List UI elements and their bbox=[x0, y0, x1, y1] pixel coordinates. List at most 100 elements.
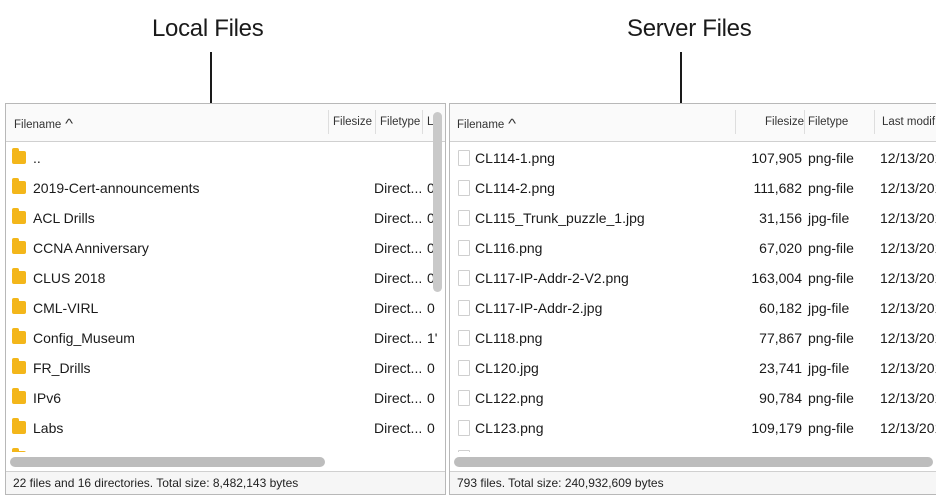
server-file-row[interactable]: CL120.jpg 23,741 jpg-file 12/13/201 bbox=[450, 354, 936, 384]
file-name: CL123.png bbox=[475, 420, 544, 436]
server-files-annotation: Server Files bbox=[627, 15, 752, 42]
folder-icon bbox=[12, 268, 26, 284]
file-icon bbox=[458, 390, 470, 406]
folder-icon bbox=[12, 208, 26, 224]
file-icon bbox=[458, 150, 470, 166]
file-size: 60,182 bbox=[759, 300, 802, 316]
file-type: jpg-file bbox=[808, 450, 849, 452]
file-type: png-file bbox=[808, 240, 854, 256]
server-filetype-column[interactable]: Filetype bbox=[808, 116, 848, 128]
local-file-row[interactable]: CCNA Anniversary Direct... 0 bbox=[6, 234, 445, 264]
file-last-modified: 0 bbox=[427, 300, 435, 316]
file-type: Direct... bbox=[374, 180, 423, 196]
server-file-row[interactable]: CL116.png 67,020 png-file 12/13/201 bbox=[450, 234, 936, 264]
local-file-row[interactable]: CLUS 2018 Direct... 0 bbox=[6, 264, 445, 294]
column-divider[interactable] bbox=[422, 110, 423, 134]
column-divider[interactable] bbox=[804, 110, 805, 134]
file-icon bbox=[458, 270, 470, 286]
file-icon bbox=[458, 450, 470, 452]
local-file-row[interactable]: ACL Drills Direct... 0 bbox=[6, 204, 445, 234]
server-last-modified-column[interactable]: Last modif bbox=[882, 116, 935, 128]
file-size: 109,179 bbox=[751, 420, 802, 436]
file-last-modified: 12/13/201 bbox=[880, 330, 936, 346]
local-file-row[interactable]: .. bbox=[6, 144, 445, 174]
local-file-row[interactable]: CML-VIRL Direct... 0 bbox=[6, 294, 445, 324]
file-type: Direct... bbox=[374, 240, 423, 256]
file-size: 31,156 bbox=[759, 210, 802, 226]
file-last-modified: 12/13/201 bbox=[880, 420, 936, 436]
local-file-row[interactable]: Config_Museum Direct... 1' bbox=[6, 324, 445, 354]
file-type: png-file bbox=[808, 270, 854, 286]
local-file-row[interactable]: 2019-Cert-announcementsDirect...0' bbox=[6, 174, 445, 204]
column-divider[interactable] bbox=[375, 110, 376, 134]
file-last-modified: 12/13/201 bbox=[880, 150, 936, 166]
server-file-row[interactable]: CL117-IP-Addr-2.jpg 60,182 jpg-file 12/13/2… bbox=[450, 294, 936, 324]
local-file-row[interactable]: FR_Drills Direct... 0 bbox=[6, 354, 445, 384]
file-type: png-file bbox=[808, 180, 854, 196]
file-name: FR_Drills bbox=[33, 360, 91, 376]
folder-icon bbox=[12, 448, 26, 452]
file-icon bbox=[458, 360, 470, 376]
file-type: Direct... bbox=[374, 420, 423, 436]
local-file-pane: Filename ^ Filesize Filetype L .. 2019-Cer… bbox=[5, 103, 446, 495]
server-file-row[interactable]: CL124.jpg 26,147 jpg-file 12/13/201 bbox=[450, 444, 936, 452]
file-size: 107,905 bbox=[751, 150, 802, 166]
server-file-row[interactable]: CL118.png 77,867 png-file 12/13/201 bbox=[450, 324, 936, 354]
file-name: CL114-2.png bbox=[475, 180, 555, 196]
file-name: 2019-Cert-announcements bbox=[33, 180, 200, 196]
file-name: CL117-IP-Addr-2-V2.png bbox=[475, 270, 629, 286]
file-name: .. bbox=[33, 150, 41, 166]
server-filesize-column[interactable]: Filesize bbox=[765, 116, 804, 128]
local-file-list: ..2019-Cert-announcementsDirect...0'ACL … bbox=[6, 142, 445, 452]
file-name: CL122.png bbox=[475, 390, 544, 406]
local-file-row[interactable]: IPv6 Direct... 0 bbox=[6, 384, 445, 414]
file-type: jpg-file bbox=[808, 210, 850, 226]
local-file-row[interactable]: Labs Direct... 0 bbox=[6, 414, 445, 444]
file-icon bbox=[458, 300, 470, 316]
folder-icon bbox=[12, 298, 26, 314]
file-last-modified: 0 bbox=[427, 390, 435, 406]
local-file-row[interactable] bbox=[6, 444, 445, 452]
file-type: jpg-file bbox=[808, 300, 850, 316]
server-file-row[interactable]: CL114-1.png 107,905 png-file 12/13/201 bbox=[450, 144, 936, 174]
local-filename-column[interactable]: Filename ^ bbox=[14, 116, 73, 131]
local-status-bar: 22 files and 16 directories. Total size:… bbox=[6, 471, 445, 494]
file-name: CL118.png bbox=[475, 330, 543, 346]
folder-icon bbox=[12, 328, 26, 344]
local-horizontal-scrollbar[interactable] bbox=[10, 457, 325, 467]
file-type: png-file bbox=[808, 330, 854, 346]
file-name: IPv6 bbox=[33, 390, 62, 406]
server-filename-column[interactable]: Filename ^ bbox=[457, 116, 517, 131]
server-file-list: CL114-1.png107,905png-file12/13/201CL114… bbox=[450, 142, 936, 452]
file-icon bbox=[458, 210, 470, 226]
file-size: 23,741 bbox=[759, 360, 802, 376]
file-last-modified: 12/13/201 bbox=[880, 240, 936, 256]
local-filesize-column[interactable]: Filesize bbox=[333, 116, 372, 128]
file-type: Direct... bbox=[374, 300, 423, 316]
sort-ascending-icon: ^ bbox=[508, 116, 517, 131]
folder-icon bbox=[12, 418, 26, 434]
server-horizontal-scrollbar[interactable] bbox=[454, 457, 933, 467]
server-file-row[interactable]: CL117-IP-Addr-2-V2.png 163,004 png-file 12/… bbox=[450, 264, 936, 294]
server-file-row[interactable]: CL114-2.png 111,682 png-file 12/13/201 bbox=[450, 174, 936, 204]
column-divider[interactable] bbox=[328, 110, 329, 134]
file-name: Config_Museum bbox=[33, 330, 135, 346]
server-file-row[interactable]: CL115_Trunk_puzzle_1.jpg 31,156 jpg-file 12… bbox=[450, 204, 936, 234]
column-divider[interactable] bbox=[735, 110, 736, 134]
file-type: jpg-file bbox=[808, 360, 850, 376]
server-file-row[interactable]: CL123.png 109,179 png-file 12/13/201 bbox=[450, 414, 936, 444]
server-file-row[interactable]: CL122.png 90,784 png-file 12/13/201 bbox=[450, 384, 936, 414]
file-last-modified: 12/13/201 bbox=[880, 450, 936, 452]
folder-icon bbox=[12, 358, 26, 374]
local-filetype-column[interactable]: Filetype bbox=[380, 116, 420, 128]
local-vertical-scrollbar[interactable] bbox=[433, 112, 442, 292]
file-type: Direct... bbox=[374, 270, 423, 286]
file-name: CL124.jpg bbox=[475, 450, 539, 452]
column-divider[interactable] bbox=[874, 110, 875, 134]
file-size: 163,004 bbox=[751, 270, 802, 286]
file-size: 90,784 bbox=[759, 390, 802, 406]
file-icon bbox=[458, 420, 470, 436]
file-type: Direct... bbox=[374, 330, 423, 346]
file-name: ACL Drills bbox=[33, 210, 95, 226]
file-last-modified: 0 bbox=[427, 420, 435, 436]
